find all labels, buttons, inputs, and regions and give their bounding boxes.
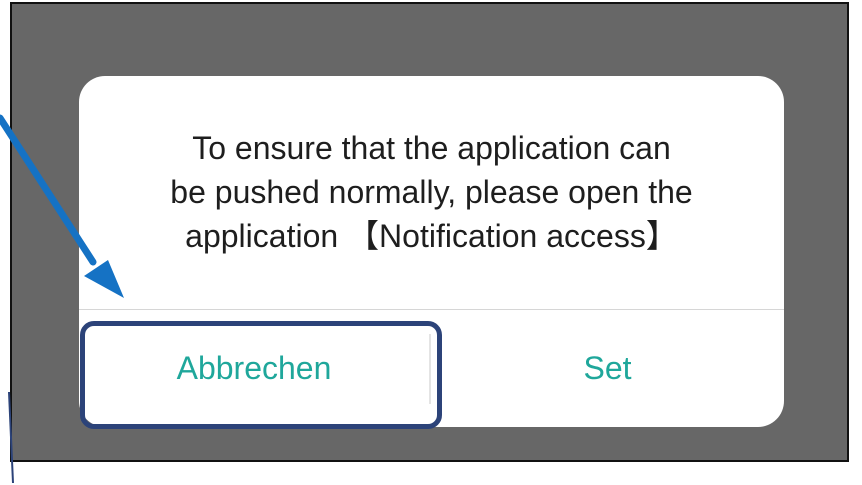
dialog-message-line: To ensure that the application can (192, 130, 671, 166)
dialog-message-line: application 【Notification access】 (185, 218, 678, 254)
notification-permission-dialog: To ensure that the application can be pu… (79, 76, 784, 427)
set-button[interactable]: Set (431, 310, 784, 427)
cancel-button[interactable]: Abbrechen (79, 310, 429, 427)
dialog-message: To ensure that the application can be pu… (79, 126, 784, 258)
dialog-message-line: be pushed normally, please open the (170, 174, 693, 210)
screenshot-frame: To ensure that the application can be pu… (0, 0, 862, 485)
